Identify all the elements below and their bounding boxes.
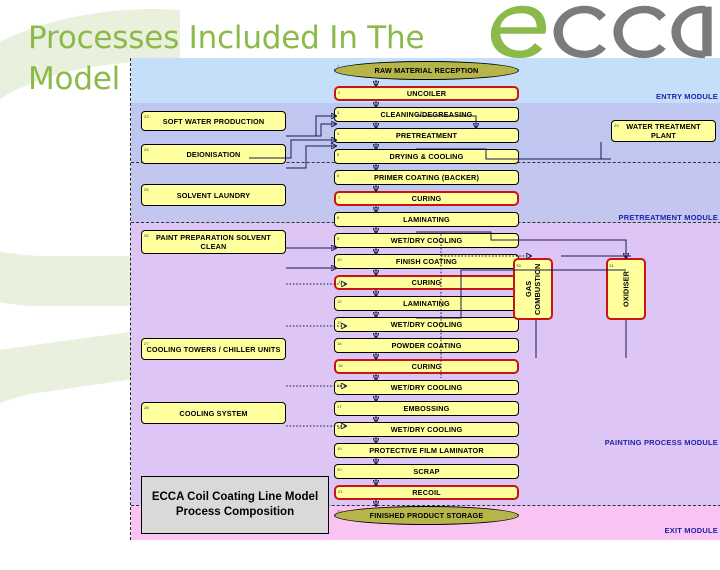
node-deionisation[interactable]: 24 DEIONISATION [141,144,286,164]
node-cleaning-degreasing[interactable]: 3 CLEANING/DEGREASING [334,107,519,122]
node-curing-2[interactable]: 11 CURING [334,275,519,290]
node-number: 14 [337,341,342,346]
node-number: 20 [337,467,342,472]
ecca-logo [491,5,713,59]
node-primer-coating-backer[interactable]: 6 PRIMER COATING (BACKER) [334,170,519,185]
node-number: 27 [144,341,149,346]
node-label: CURING [411,194,442,203]
node-recoil[interactable]: 21 RECOIL [334,485,519,500]
node-label: PAINT PREPARATION SOLVENT CLEAN [155,233,272,251]
process-diagram: ENTRY MODULE PRETREATMENT MODULE PAINTIN… [130,58,720,540]
node-label: RECOIL [412,488,441,497]
node-number: 15 [338,363,343,368]
node-label: CLEANING/DEGREASING [380,110,473,119]
node-label: PRIMER COATING (BACKER) [373,173,480,182]
node-wet-dry-cooling-4[interactable]: 18 WET/DRY COOLING [334,422,519,437]
node-finished-product-storage[interactable]: 22 FINISHED PRODUCT STORAGE [334,506,519,525]
node-laminating-1[interactable]: 8 LAMINATING [334,212,519,227]
node-label: DEIONISATION [186,149,241,159]
node-number: 10 [337,257,342,262]
node-cooling-system[interactable]: 28 COOLING SYSTEM [141,402,286,424]
node-wet-dry-cooling-2[interactable]: 13 WET/DRY COOLING [334,317,519,332]
node-oxidiser[interactable]: 31 OXIDISER [606,258,646,320]
node-label: POWDER COATING [391,341,462,350]
node-label: WET/DRY COOLING [390,383,463,392]
node-number: 16 [337,383,342,388]
node-number: 6 [337,173,340,178]
node-label: WET/DRY COOLING [390,320,463,329]
node-cooling-towers-chiller-units[interactable]: 27 COOLING TOWERS / CHILLER UNITS [141,338,286,360]
node-gas-combustion[interactable]: 30 GAS COMBUSTION [513,258,553,320]
node-number: 13 [337,320,342,325]
node-label: WET/DRY COOLING [390,236,463,245]
legend-line-2: Process Composition [175,506,295,518]
node-label: CURING [411,362,442,371]
page-title: Processes Included In The Model [28,20,425,97]
node-number: 11 [338,279,343,284]
node-number: 18 [337,425,342,430]
node-number: 4 [337,131,340,136]
node-scrap[interactable]: 20 SCRAP [334,464,519,479]
node-label: SOFT WATER PRODUCTION [162,116,265,126]
node-number: 9 [337,236,340,241]
node-water-treatment-plant[interactable]: 29 WATER TREATMENT PLANT [611,120,716,142]
node-number: 12 [337,299,342,304]
node-label: COOLING SYSTEM [179,408,248,418]
node-number: 17 [337,404,342,409]
legend-line-1: ECCA Coil Coating Line Model [151,491,319,503]
node-label: FINISH COATING [395,257,458,266]
node-drying-cooling[interactable]: 5 DRYING & COOLING [334,149,519,164]
node-label: WET/DRY COOLING [390,425,463,434]
legend-box: ECCA Coil Coating Line Model Process Com… [141,476,329,534]
node-label: FINISHED PRODUCT STORAGE [369,511,484,520]
node-number: 3 [337,110,340,115]
node-curing-3[interactable]: 15 CURING [334,359,519,374]
node-number: 28 [144,405,149,410]
module-label-painting: PAINTING PROCESS MODULE [604,438,718,447]
node-number: 7 [338,195,341,200]
node-label: DRYING & COOLING [389,152,464,161]
node-label: PRETREATMENT [395,131,458,140]
node-finish-coating[interactable]: 10 FINISH COATING [334,254,519,269]
node-number: 8 [337,215,340,220]
node-number: 29 [614,123,619,128]
node-number: 30 [516,263,521,268]
module-label-entry: ENTRY MODULE [656,92,718,101]
node-number: 26 [144,233,149,238]
node-number: 19 [337,446,342,451]
node-solvent-laundry[interactable]: 25 SOLVENT LAUNDRY [141,184,286,206]
node-number: 21 [338,489,343,494]
node-embossing[interactable]: 17 EMBOSSING [334,401,519,416]
node-label: LAMINATING [403,299,450,308]
node-label: SCRAP [413,467,440,476]
node-number: 31 [609,263,614,268]
node-paint-preparation-solvent-clean[interactable]: 26 PAINT PREPARATION SOLVENT CLEAN [141,230,286,254]
node-label: EMBOSSING [403,404,450,413]
node-label: CURING [411,278,442,287]
node-powder-coating[interactable]: 14 POWDER COATING [334,338,519,353]
node-number: 24 [144,147,149,152]
node-label: PROTECTIVE FILM LAMINATOR [369,446,484,455]
node-soft-water-production[interactable]: 23 SOFT WATER PRODUCTION [141,111,286,131]
node-number: 5 [337,152,340,157]
node-number: 25 [144,187,149,192]
node-label: WATER TREATMENT PLANT [626,122,701,140]
node-pretreatment[interactable]: 4 PRETREATMENT [334,128,519,143]
node-number: 22 [337,509,342,514]
node-protective-film-laminator[interactable]: 19 PROTECTIVE FILM LAMINATOR [334,443,519,458]
node-label: OXIDISER [621,270,631,308]
node-label: SOLVENT LAUNDRY [176,190,251,200]
module-label-pretreatment: PRETREATMENT MODULE [618,213,718,222]
node-curing-1[interactable]: 7 CURING [334,191,519,206]
node-laminating-2[interactable]: 12 LAMINATING [334,296,519,311]
node-label: COOLING TOWERS / CHILLER UNITS [146,344,281,354]
node-label: GAS COMBUSTION [524,263,542,315]
node-wet-dry-cooling-1[interactable]: 9 WET/DRY COOLING [334,233,519,248]
node-number: 23 [144,114,149,119]
node-label: LAMINATING [403,215,450,224]
node-wet-dry-cooling-3[interactable]: 16 WET/DRY COOLING [334,380,519,395]
module-label-exit: EXIT MODULE [664,526,718,535]
